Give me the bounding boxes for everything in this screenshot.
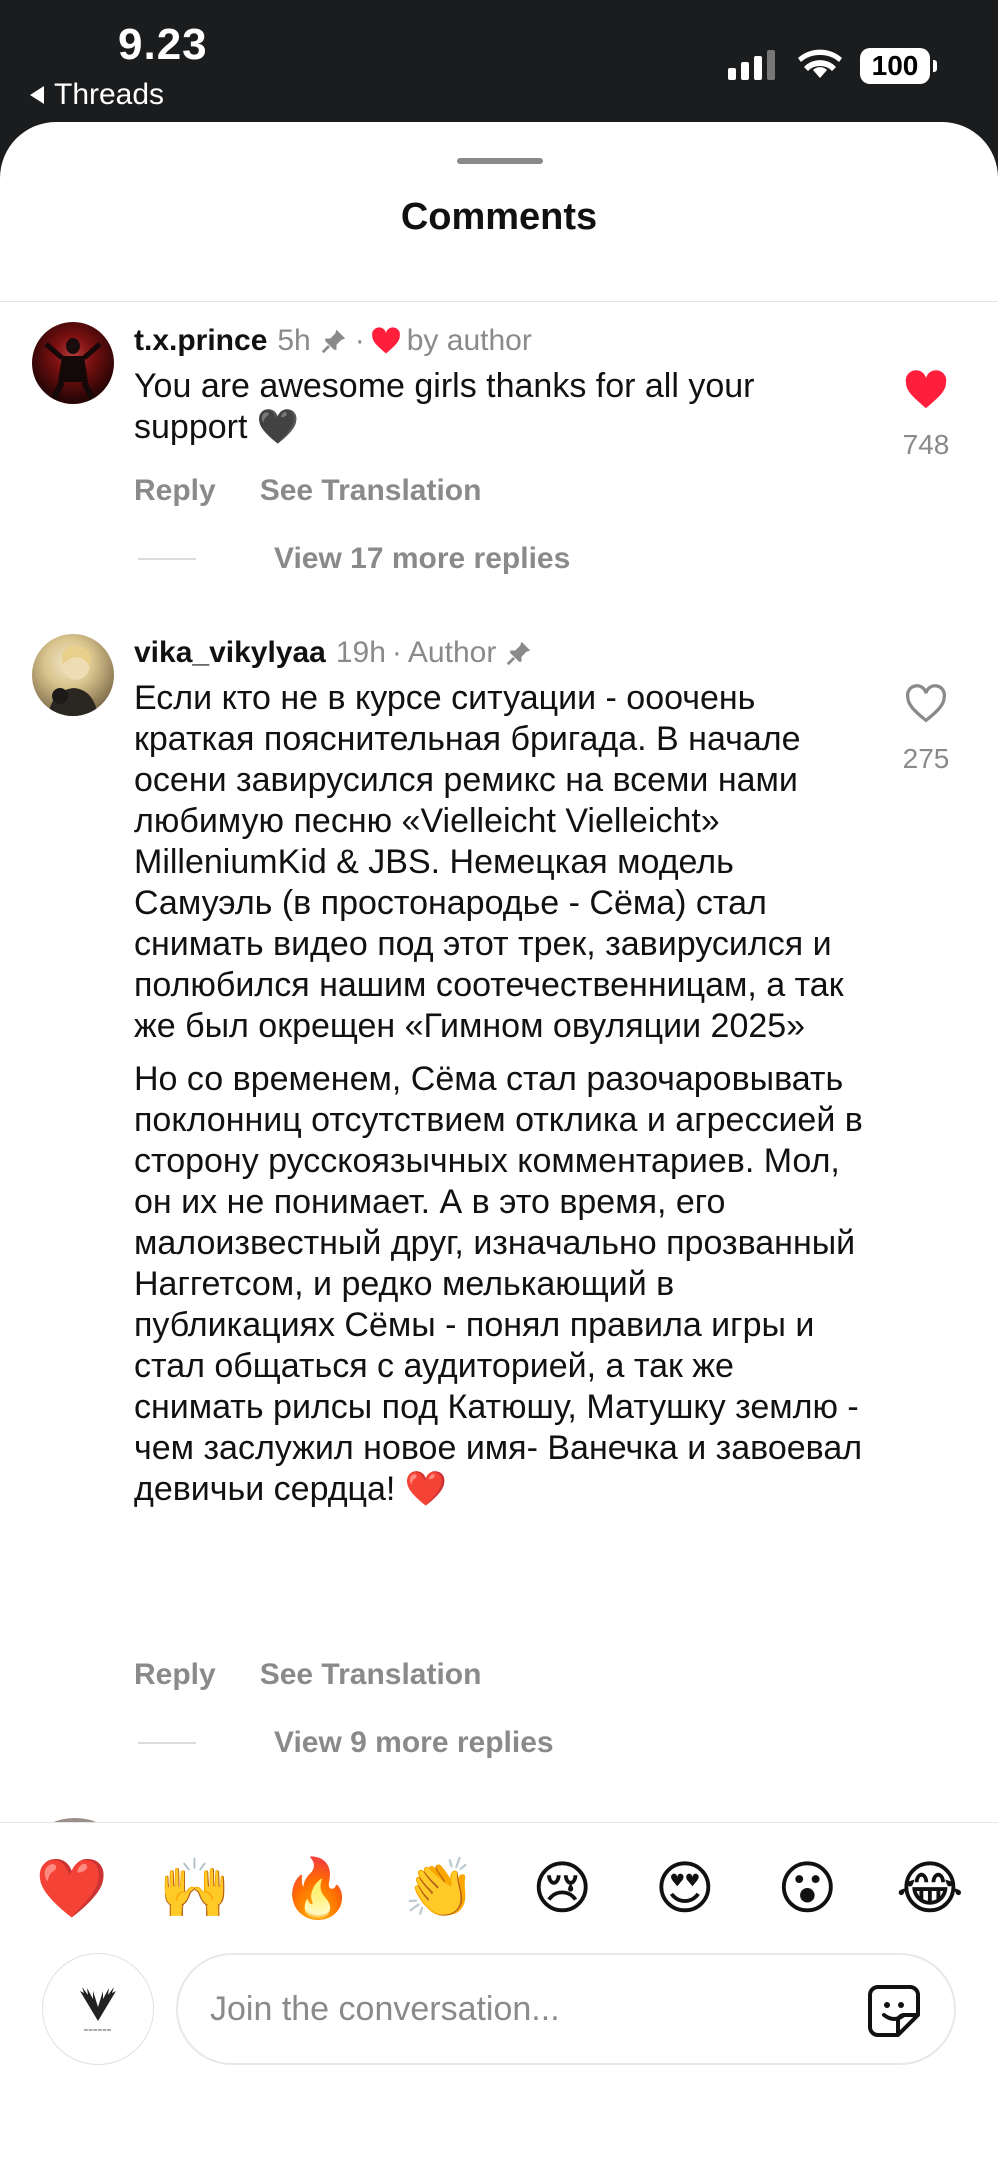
comment-age: 5h xyxy=(277,324,311,357)
comment-meta: vika_vikylyaa 19h · Author xyxy=(134,636,534,670)
back-to-app-button[interactable]: Threads xyxy=(30,78,164,112)
back-app-label: Threads xyxy=(54,78,165,111)
view-replies-button[interactable]: View 9 more replies xyxy=(138,1726,554,1760)
reaction-surprised-emoji[interactable]: 😮 xyxy=(771,1853,843,1925)
see-translation-button[interactable]: See Translation xyxy=(260,1658,482,1692)
like-button[interactable]: 275 xyxy=(890,684,962,775)
comment-input[interactable] xyxy=(210,1989,830,2029)
cellular-signal-icon xyxy=(728,50,775,80)
reaction-laughing-emoji[interactable]: 😂 xyxy=(894,1853,966,1925)
logo-caption-graphic: ━━━━━━ xyxy=(84,2027,112,2034)
wings-logo-icon xyxy=(80,1986,116,2021)
avatar[interactable] xyxy=(32,322,114,404)
view-replies-button[interactable]: View 17 more replies xyxy=(138,542,570,576)
reaction-fire-emoji[interactable]: 🔥 xyxy=(281,1853,353,1925)
status-time: 9.23 xyxy=(118,20,208,69)
comment-paragraph: Но со временем, Сёма стал разочаровывать… xyxy=(134,1060,863,1508)
reaction-clap-emoji[interactable]: 👏 xyxy=(404,1853,476,1925)
like-count: 748 xyxy=(902,429,950,460)
like-button[interactable]: 748 xyxy=(890,370,962,461)
comment-username[interactable]: t.x.prince xyxy=(134,324,267,358)
comment-text: You are awesome girls thanks for all you… xyxy=(134,366,869,448)
sticker-icon[interactable] xyxy=(864,1981,924,2041)
quick-reactions: ❤️ 🙌 🔥 👏 😢 😍 😮 😂 xyxy=(36,1853,966,1925)
view-replies-label: View 17 more replies xyxy=(274,542,571,575)
view-replies-label: View 9 more replies xyxy=(274,1726,554,1759)
avatar[interactable] xyxy=(32,634,114,716)
reply-button[interactable]: Reply xyxy=(134,1658,216,1692)
composer-bar: ❤️ 🙌 🔥 👏 😢 😍 😮 😂 ━━━━━━ xyxy=(0,1822,998,2160)
comment-username[interactable]: vika_vikylyaa xyxy=(134,636,326,670)
battery-icon: 100 xyxy=(860,48,937,84)
comment-paragraph: Если кто не в курсе ситуации - ооочень к… xyxy=(134,679,844,1045)
comment-age: 19h xyxy=(335,636,386,669)
current-user-avatar[interactable]: ━━━━━━ xyxy=(42,1953,154,2065)
heart-icon xyxy=(371,327,400,354)
replies-line xyxy=(138,1742,196,1744)
comment-meta: t.x.prince 5h · by author xyxy=(134,324,532,358)
sheet-title: Comments xyxy=(400,196,598,238)
pin-icon xyxy=(507,641,531,666)
pin-icon xyxy=(321,329,345,354)
reaction-crying-emoji[interactable]: 😢 xyxy=(526,1853,598,1925)
comment-actions: Reply See Translation xyxy=(134,1658,481,1692)
author-badge: Author xyxy=(407,636,497,669)
header-divider xyxy=(0,301,998,302)
comments-sheet: Comments t.x.prince 5h · by author You a… xyxy=(0,122,998,2160)
replies-line xyxy=(138,558,196,560)
heart-outline-icon xyxy=(905,684,947,723)
see-translation-button[interactable]: See Translation xyxy=(260,474,482,508)
reaction-heart-eyes-emoji[interactable]: 😍 xyxy=(649,1853,721,1925)
status-bar: 9.23 Threads 100 xyxy=(0,0,998,120)
comment-actions: Reply See Translation xyxy=(134,474,481,508)
reply-button[interactable]: Reply xyxy=(134,474,216,508)
avatar-figure-icon xyxy=(44,338,102,400)
heart-filled-icon xyxy=(905,370,947,409)
comment-text: Если кто не в курсе ситуации - ооочень к… xyxy=(134,678,869,1510)
separator-dot: · xyxy=(391,636,402,669)
sheet-grabber[interactable] xyxy=(457,158,543,164)
avatar-person-icon xyxy=(48,645,98,716)
wifi-icon xyxy=(798,49,842,78)
separator-dot: · xyxy=(354,324,365,357)
battery-level: 100 xyxy=(871,50,919,81)
reaction-heart-emoji[interactable]: ❤️ xyxy=(36,1853,108,1925)
reaction-raised-hands-emoji[interactable]: 🙌 xyxy=(158,1853,230,1925)
like-count: 275 xyxy=(902,743,950,774)
back-triangle-icon xyxy=(30,86,44,104)
author-badge: by author xyxy=(406,324,532,357)
comment-paragraph: You are awesome girls thanks for all you… xyxy=(134,367,755,446)
comment-composer[interactable] xyxy=(176,1953,956,2065)
